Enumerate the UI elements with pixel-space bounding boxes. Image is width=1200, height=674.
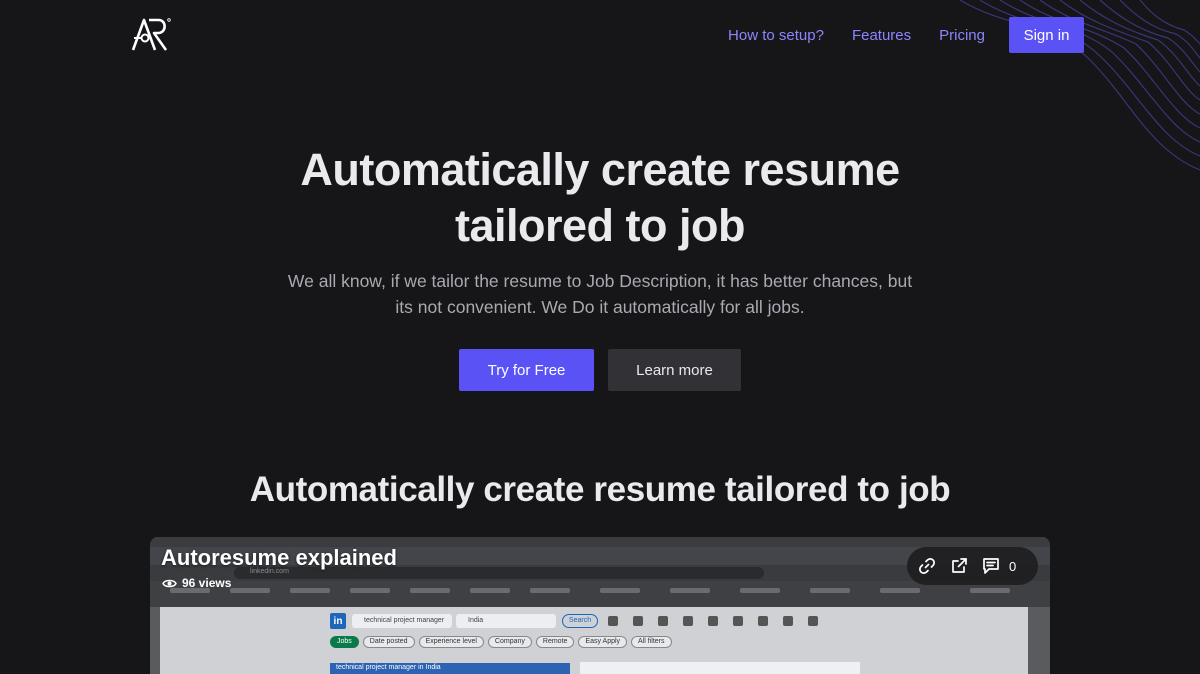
video-linkedin-location: India: [456, 614, 556, 628]
video-title: Autoresume explained: [161, 545, 397, 570]
video-job-detail-panel: [580, 662, 860, 674]
sign-in-button[interactable]: Sign in: [1009, 17, 1084, 53]
hero-title-line-2: tailored to job: [455, 200, 746, 251]
video-linkedin-filters: Jobs Date posted Experience level Compan…: [330, 636, 676, 648]
video-linkedin-search-button: Search: [562, 614, 598, 628]
hero-subtitle-line-1: We all know, if we tailor the resume to …: [287, 271, 913, 291]
logo-icon[interactable]: [130, 16, 172, 54]
video-linkedin-search: technical project manager: [352, 614, 452, 628]
filter-chip: Remote: [535, 636, 575, 648]
external-link-icon[interactable]: [949, 556, 969, 576]
video-result-text: technical project manager in India: [336, 664, 441, 671]
hero-subtitle-line-2: its not convenient. We Do it automatical…: [395, 297, 805, 317]
video-views-count: 96 views: [182, 576, 232, 590]
video-linkedin-page: in technical project manager India Searc…: [160, 607, 1028, 674]
video-action-bar: 0: [907, 547, 1038, 585]
eye-icon: [162, 579, 177, 587]
filter-chip: Company: [487, 636, 532, 648]
filter-chip: Date posted: [362, 636, 415, 648]
hero-actions: Try for Free Learn more: [459, 349, 741, 391]
try-for-free-button[interactable]: Try for Free: [459, 349, 594, 391]
comment-icon[interactable]: [981, 556, 1001, 576]
learn-more-button[interactable]: Learn more: [608, 349, 741, 391]
nav-link-pricing[interactable]: Pricing: [939, 27, 985, 44]
hero-subtitle: We all know, if we tailor the resume to …: [0, 268, 1200, 320]
section-title: Automatically create resume tailored to …: [249, 470, 951, 509]
hero-title-line-1: Automatically create resume: [300, 144, 900, 195]
video-views: 96 views: [162, 576, 231, 590]
filter-chip: Experience level: [418, 636, 484, 648]
hero-title: Automatically create resume tailored to …: [0, 142, 1200, 254]
nav-link-features[interactable]: Features: [852, 27, 911, 44]
video-linkedin-toolbar: in technical project manager India Searc…: [330, 613, 833, 629]
linkedin-logo-icon: in: [330, 613, 346, 629]
nav-link-how-to-setup[interactable]: How to setup?: [728, 27, 824, 44]
video-bookmarks-bar: [150, 581, 1050, 607]
video-linkedin-nav-icons: [608, 616, 833, 626]
comment-count: 0: [1009, 558, 1017, 574]
link-icon[interactable]: [917, 556, 937, 576]
site-header: How to setup? Features Pricing Sign in: [0, 0, 1200, 70]
main-nav: How to setup? Features Pricing Sign in: [700, 17, 1084, 53]
filter-chip: All filters: [631, 636, 672, 648]
filter-chip: Easy Apply: [578, 636, 628, 648]
filter-chip: Jobs: [330, 636, 359, 648]
